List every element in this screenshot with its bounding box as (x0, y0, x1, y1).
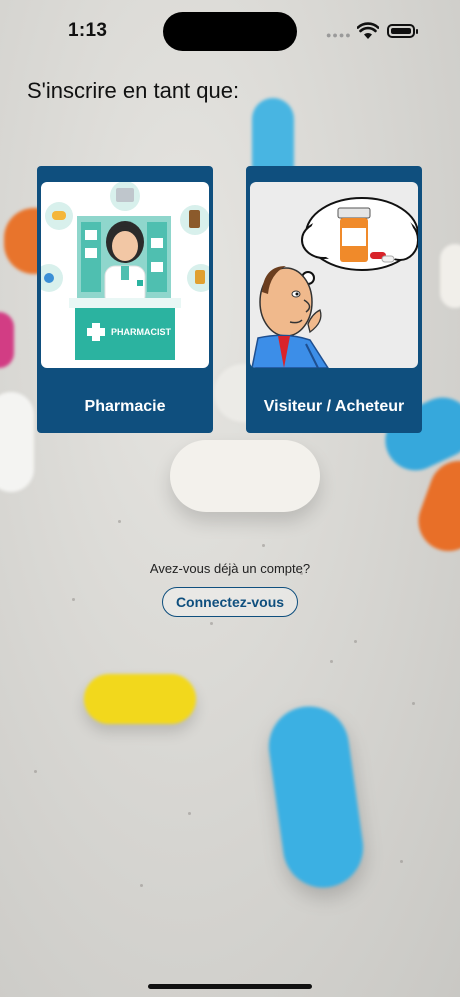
pharmacist-illustration: PHARMACIST (41, 182, 209, 368)
status-time: 1:13 (68, 20, 108, 41)
battery-icon (387, 24, 418, 38)
thinking-buyer-illustration (250, 182, 418, 368)
pharmacist-sign-text: PHARMACIST (111, 327, 172, 337)
background-pills-photo (0, 0, 460, 997)
page-title: S'inscrire en tant que: (27, 78, 240, 103)
register-visitor-label: Visiteur / Acheteur (263, 398, 405, 415)
register-visitor-card[interactable]: Visiteur / Acheteur (246, 166, 422, 433)
dynamic-island (163, 12, 297, 51)
wifi-icon (357, 22, 379, 39)
login-button[interactable]: Connectez-vous (162, 587, 298, 617)
cellular-signal-icon: ●●●● (326, 30, 352, 40)
home-indicator[interactable] (148, 984, 312, 989)
register-pharmacy-card[interactable]: PHARMACIST Pharmacie (37, 166, 213, 433)
account-question: Avez-vous déjà un compte? (149, 561, 311, 576)
status-bar: 1:13 ●●●● (0, 0, 460, 64)
register-pharmacy-label: Pharmacie (84, 398, 166, 415)
